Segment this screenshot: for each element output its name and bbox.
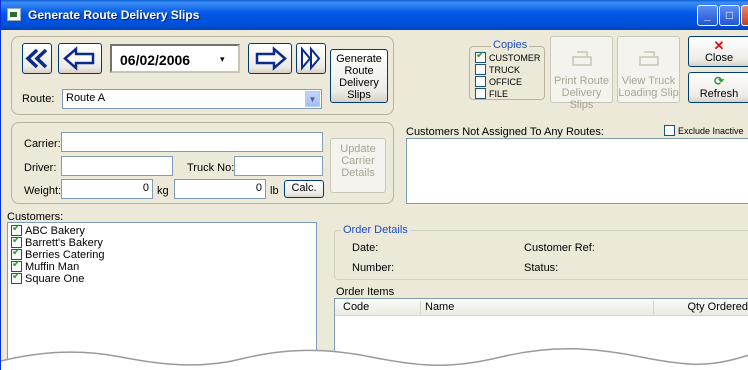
update-carrier-button[interactable]: Update Carrier Details — [330, 138, 386, 193]
truck-no-label: Truck No: — [187, 162, 235, 174]
app-icon — [7, 8, 21, 21]
date-picker[interactable]: 06/02/2006 ▾ — [110, 44, 240, 73]
copies-title: Copies — [491, 39, 530, 51]
next-date-button[interactable] — [248, 43, 292, 74]
printer-icon — [639, 51, 659, 66]
order-items-label: Order Items — [336, 286, 395, 298]
left-arrow-icon — [63, 46, 95, 71]
list-item[interactable]: Barrett's Bakery — [11, 235, 313, 249]
route-label: Route: — [22, 93, 55, 105]
weight-lb-input[interactable]: 0 — [174, 179, 266, 199]
generate-slips-button[interactable]: Generate Route Delivery Slips — [330, 49, 388, 103]
printer-icon — [572, 51, 592, 66]
checkbox-icon — [475, 76, 486, 87]
torn-edge — [1, 348, 748, 370]
maximize-button[interactable]: □ — [719, 5, 740, 26]
unassigned-label: Customers Not Assigned To Any Routes: — [406, 126, 604, 138]
list-item[interactable]: ABC Bakery — [11, 223, 313, 237]
close-button[interactable]: ✕ Close — [688, 36, 748, 67]
carrier-label: Carrier: — [24, 138, 61, 150]
route-panel: 06/02/2006 ▾ Generate Route Delivery Sli… — [11, 36, 394, 115]
order-details-title: Order Details — [341, 224, 410, 236]
double-right-arrow-icon — [301, 46, 321, 71]
weight-kg-input[interactable]: 0 — [61, 179, 153, 199]
calc-button[interactable]: Calc. — [284, 180, 324, 198]
status-label: Status: — [524, 262, 559, 274]
refresh-button[interactable]: ⟳ Refresh — [688, 72, 748, 103]
exclude-inactive-checkbox[interactable]: Exclude Inactive — [664, 125, 744, 136]
date-label: Date: — [352, 242, 379, 254]
route-value: Route A — [66, 92, 106, 104]
column-qty-ordered[interactable]: Qty Ordered — [687, 301, 748, 313]
truck-no-input[interactable] — [234, 156, 323, 176]
number-label: Number: — [352, 262, 395, 274]
close-icon: ✕ — [713, 38, 725, 53]
title-bar: Generate Route Delivery Slips _ □ ✕ — [1, 0, 748, 30]
checkbox-icon — [664, 125, 675, 136]
date-value: 06/02/2006 — [120, 52, 191, 68]
carrier-input[interactable] — [61, 132, 323, 152]
copy-truck[interactable]: TRUCK — [475, 64, 540, 76]
lb-unit: lb — [270, 185, 279, 197]
checkbox-icon — [475, 64, 486, 75]
driver-label: Driver: — [24, 162, 57, 174]
grid-header: Code Name Qty Ordered — [335, 299, 748, 316]
list-item[interactable]: Berries Catering — [11, 247, 313, 261]
view-truck-loading-slip-button[interactable]: View Truck Loading Slip — [617, 36, 680, 103]
chevron-down-icon: ▼ — [305, 91, 320, 107]
checkbox-icon — [475, 88, 486, 99]
window-title: Generate Route Delivery Slips — [28, 8, 200, 22]
route-select[interactable]: Route A ▼ — [62, 89, 322, 109]
copy-office[interactable]: OFFICE — [475, 76, 540, 88]
checkbox-checked-icon — [11, 271, 22, 284]
double-left-arrow-icon — [25, 48, 48, 69]
previous-date-button[interactable] — [58, 43, 102, 74]
list-item[interactable]: Muffin Man — [11, 259, 313, 273]
copies-list: CUSTOMER TRUCK OFFICE FILE — [475, 50, 540, 100]
weight-label: Weight: — [24, 185, 62, 197]
minimize-button[interactable]: _ — [697, 5, 718, 26]
window-close-button[interactable]: ✕ — [741, 5, 748, 26]
driver-input[interactable] — [61, 156, 173, 176]
carrier-panel: Carrier: Driver: Truck No: Weight: 0 kg … — [11, 122, 394, 204]
column-code[interactable]: Code — [343, 301, 369, 313]
first-date-button[interactable] — [22, 43, 52, 74]
main-window: Generate Route Delivery Slips _ □ ✕ 06/0… — [0, 0, 748, 370]
right-arrow-icon — [255, 46, 287, 71]
checkbox-checked-icon — [475, 50, 486, 63]
print-route-slips-button[interactable]: Print Route Delivery Slips — [550, 36, 613, 111]
chevron-down-icon: ▾ — [220, 54, 225, 64]
column-name[interactable]: Name — [425, 301, 454, 313]
copy-file[interactable]: FILE — [475, 88, 540, 100]
kg-unit: kg — [157, 185, 169, 197]
last-date-button[interactable] — [296, 43, 326, 74]
refresh-icon: ⟳ — [713, 74, 725, 88]
list-item[interactable]: Square One — [11, 271, 313, 285]
copy-customer[interactable]: CUSTOMER — [475, 50, 540, 64]
customer-ref-label: Customer Ref: — [524, 242, 595, 254]
unassigned-customers-list[interactable] — [406, 138, 748, 204]
